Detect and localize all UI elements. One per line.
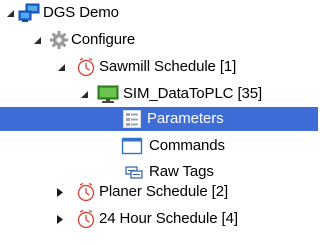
tree-node-24-hour-schedule[interactable]: 24 Hour Schedule [4] xyxy=(0,207,318,231)
tree-node-label: Sawmill Schedule [1] xyxy=(99,58,237,75)
monitor-icon xyxy=(97,84,119,104)
tree-node-label: 24 Hour Schedule [4] xyxy=(99,210,238,227)
expanded-arrow-icon[interactable] xyxy=(4,1,16,25)
gear-icon xyxy=(48,30,70,50)
network-computers-icon xyxy=(18,3,40,23)
tree-node-configure[interactable]: Configure xyxy=(0,28,318,52)
tree-node-sim-datatoplc[interactable]: SIM_DataToPLC [35] xyxy=(0,82,318,106)
expanded-arrow-icon[interactable] xyxy=(55,55,67,79)
collapsed-arrow-icon[interactable] xyxy=(53,207,65,231)
tree-node-sawmill-schedule[interactable]: Sawmill Schedule [1] xyxy=(0,55,318,79)
clock-schedule-icon xyxy=(75,57,97,77)
clock-schedule-icon xyxy=(75,209,97,229)
tree-node-label: Parameters xyxy=(147,110,224,127)
tags-icon xyxy=(123,162,145,182)
tree-node-label: Configure xyxy=(71,31,136,48)
tree-node-dgs-demo[interactable]: DGS Demo xyxy=(0,1,318,25)
tree-node-commands[interactable]: Commands xyxy=(0,134,318,158)
tree-node-parameters[interactable]: Parameters xyxy=(0,107,318,131)
tree-view: DGS Demo Configure Sawmill Schedule [1] … xyxy=(0,0,318,245)
parameters-list-icon xyxy=(121,109,143,129)
collapsed-arrow-icon[interactable] xyxy=(53,180,65,204)
window-icon xyxy=(121,136,143,156)
tree-node-planer-schedule[interactable]: Planer Schedule [2] xyxy=(0,180,318,204)
tree-node-label: Planer Schedule [2] xyxy=(99,183,229,200)
tree-node-label: DGS Demo xyxy=(43,4,119,21)
tree-node-label: Commands xyxy=(149,137,225,154)
expanded-arrow-icon[interactable] xyxy=(31,28,43,52)
tree-node-label: SIM_DataToPLC [35] xyxy=(123,85,263,102)
clock-schedule-icon xyxy=(75,182,97,202)
expanded-arrow-icon[interactable] xyxy=(78,82,90,106)
